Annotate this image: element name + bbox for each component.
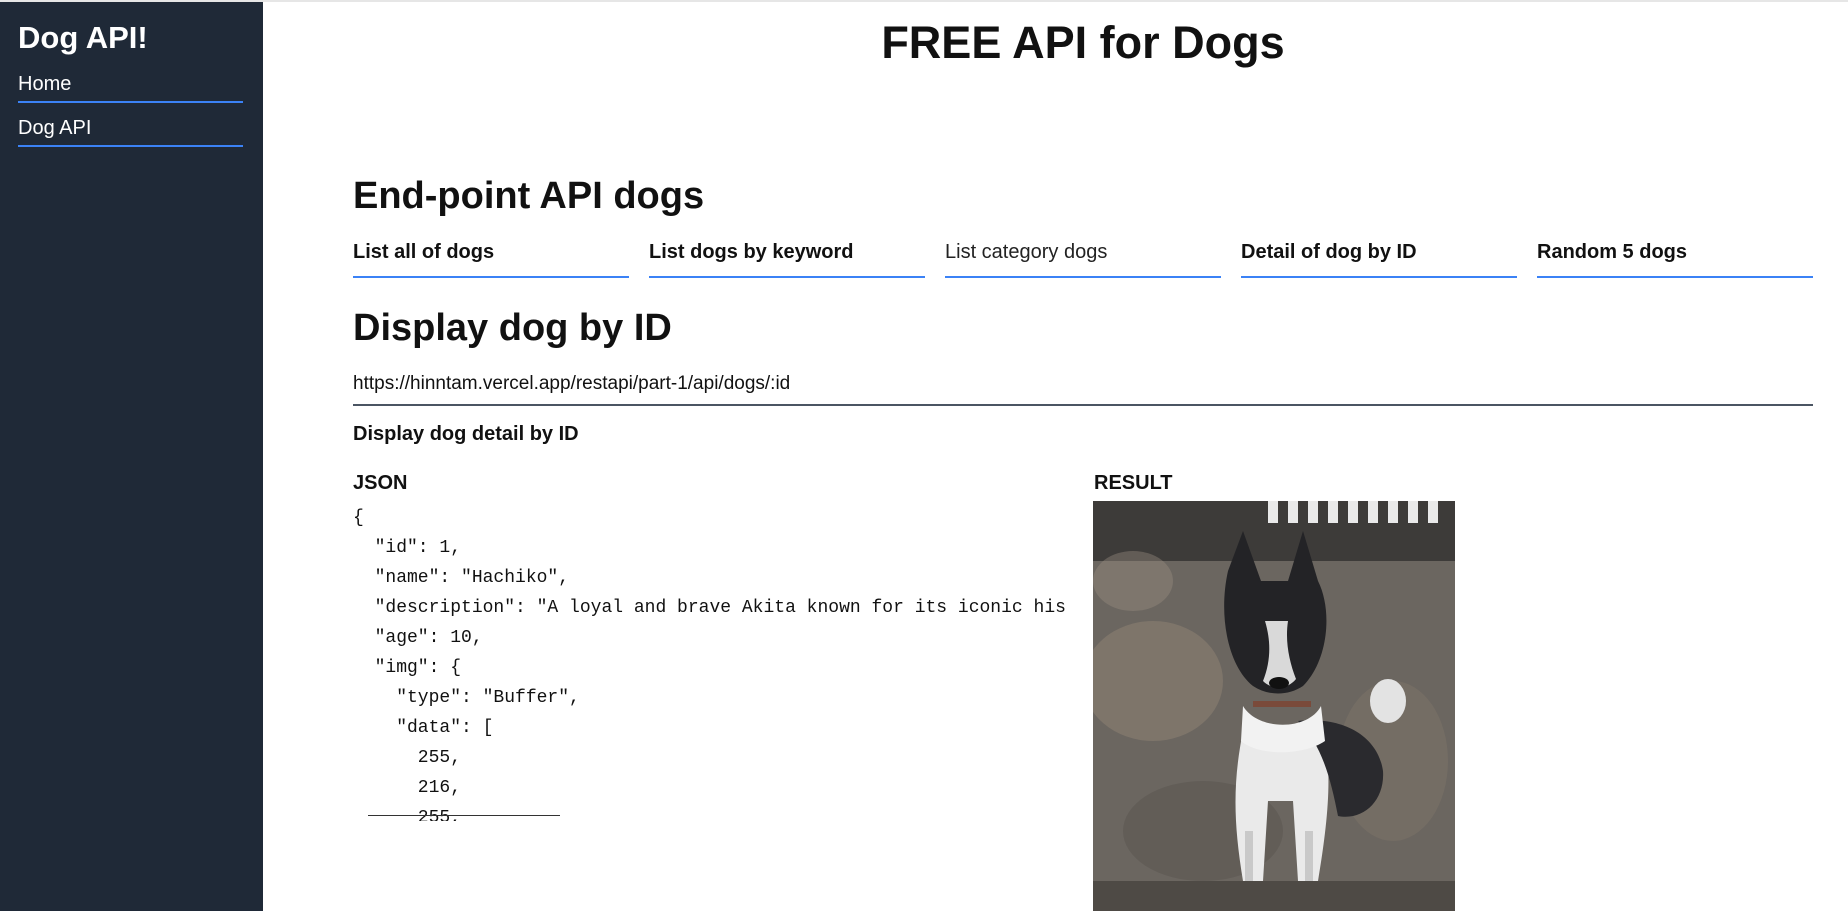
horizontal-scrollbar[interactable] (368, 815, 560, 816)
main-content: FREE API for Dogs End-point API dogs Lis… (263, 0, 1848, 911)
tab-random-5-dogs[interactable]: Random 5 dogs (1537, 238, 1813, 278)
brand-title: Dog API! (18, 20, 148, 55)
endpoint-tabs: List all of dogs List dogs by keyword Li… (353, 238, 1813, 278)
page-title: FREE API for Dogs (881, 17, 1285, 68)
tab-list-all-dogs[interactable]: List all of dogs (353, 238, 629, 278)
display-heading: Display dog by ID (353, 307, 672, 349)
detail-subheading: Display dog detail by ID (353, 423, 579, 445)
sidebar: Dog API! Home Dog API (0, 2, 263, 911)
result-label: RESULT (1094, 472, 1173, 494)
sidebar-item-dog-api[interactable]: Dog API (18, 114, 243, 147)
tab-detail-of-dog-by-id[interactable]: Detail of dog by ID (1241, 238, 1517, 278)
akita-dog-image (1093, 501, 1455, 911)
json-text: { "id": 1, "name": "Hachiko", "descripti… (353, 508, 1066, 821)
endpoint-url: https://hinntam.vercel.app/restapi/part-… (353, 372, 1813, 406)
json-output[interactable]: { "id": 1, "name": "Hachiko", "descripti… (353, 503, 1073, 821)
sidebar-item-home[interactable]: Home (18, 70, 243, 103)
json-label: JSON (353, 472, 408, 494)
endpoints-heading: End-point API dogs (353, 175, 705, 217)
tab-list-dogs-by-keyword[interactable]: List dogs by keyword (649, 238, 925, 278)
tab-list-category-dogs[interactable]: List category dogs (945, 238, 1221, 278)
dog-photo (1093, 501, 1455, 911)
